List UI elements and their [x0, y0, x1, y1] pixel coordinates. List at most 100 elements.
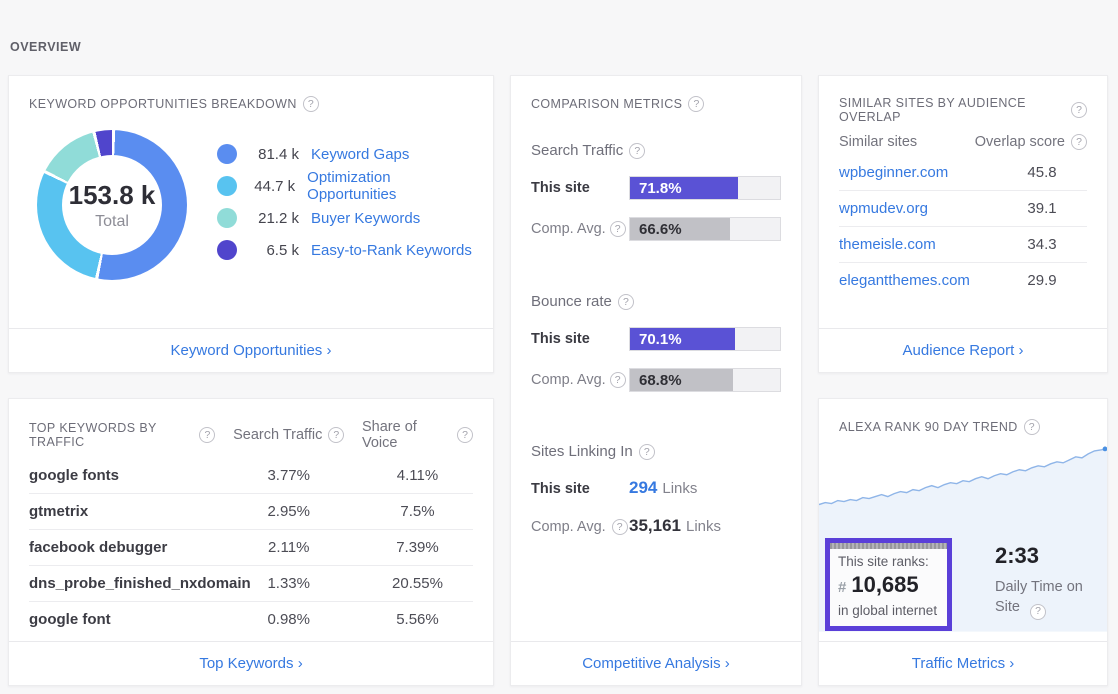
legend-link-optimization-opportunities[interactable]: Optimization Opportunities	[307, 169, 473, 203]
card-header: COMPARISON METRICS ?	[511, 76, 801, 112]
comp-avg-bar-row: Comp. Avg. ? 66.6%	[531, 217, 781, 241]
keyword-opportunities-body: 153.8 k Total 81.4 k Keyword Gaps 44.7 k…	[9, 112, 493, 280]
help-icon[interactable]: ?	[1071, 102, 1087, 118]
donut-center: 153.8 k Total	[62, 155, 162, 255]
bar-track: 68.8%	[629, 368, 781, 392]
card-header: TOP KEYWORDS BY TRAFFIC ?	[29, 421, 215, 449]
metric-bounce-rate: Bounce rate ?	[531, 293, 781, 310]
legend-link-buyer-keywords[interactable]: Buyer Keywords	[311, 210, 420, 227]
overlap-score: 34.3	[997, 236, 1087, 253]
share-of-voice-cell: 4.11%	[362, 467, 473, 484]
links-count[interactable]: 294	[629, 478, 657, 498]
help-icon[interactable]: ?	[199, 427, 215, 443]
table-row: elegantthemes.com 29.9	[839, 262, 1087, 298]
card-title: ALEXA RANK 90 DAY TREND	[839, 420, 1018, 434]
site-link-themeisle[interactable]: themeisle.com	[839, 236, 997, 253]
metric-label: Search Traffic	[531, 142, 623, 159]
middle-column: COMPARISON METRICS ? Search Traffic ? Th…	[510, 75, 802, 686]
help-icon[interactable]: ?	[618, 294, 634, 310]
similar-sites-table: wpbeginner.com 45.8 wpmudev.org 39.1 the…	[819, 150, 1107, 298]
table-row: wpmudev.org 39.1	[839, 190, 1087, 226]
help-icon[interactable]: ?	[610, 372, 626, 388]
table-row: facebook debugger 2.11% 7.39%	[29, 529, 473, 565]
search-traffic-cell: 2.95%	[215, 503, 362, 520]
right-column: SIMILAR SITES BY AUDIENCE OVERLAP ? Simi…	[818, 75, 1108, 686]
competitive-analysis-link[interactable]: Competitive Analysis ›	[582, 655, 730, 672]
similar-sites-column-headers: Similar sites Overlap score ?	[819, 124, 1107, 150]
comparison-metrics-card: COMPARISON METRICS ? Search Traffic ? Th…	[510, 75, 802, 686]
keyword-opportunities-report-link[interactable]: Keyword Opportunities ›	[171, 342, 332, 359]
metric-label: Bounce rate	[531, 293, 612, 310]
bar-value: 70.1%	[630, 331, 682, 348]
site-link-wpbeginner[interactable]: wpbeginner.com	[839, 164, 997, 181]
card-title: COMPARISON METRICS	[531, 97, 682, 111]
keyword-cell: google fonts	[29, 467, 215, 484]
top-keywords-table: google fonts 3.77% 4.11% gtmetrix 2.95% …	[9, 451, 493, 637]
rank-line: # 10,685	[838, 572, 939, 598]
legend-value: 21.2 k	[237, 210, 299, 227]
help-icon[interactable]: ?	[612, 519, 628, 535]
help-icon[interactable]: ?	[629, 143, 645, 159]
top-keywords-header: TOP KEYWORDS BY TRAFFIC ? Search Traffic…	[9, 399, 493, 451]
legend-dot-keyword-gaps	[217, 144, 237, 164]
comp-avg-links-row: Comp. Avg. ? 35,161 Links	[531, 516, 781, 536]
comp-avg-text: Comp. Avg.	[531, 372, 606, 388]
this-site-label: This site	[531, 481, 629, 497]
top-keywords-card: TOP KEYWORDS BY TRAFFIC ? Search Traffic…	[8, 398, 494, 686]
bar-track: 70.1%	[629, 327, 781, 351]
help-icon[interactable]: ?	[610, 221, 626, 237]
help-icon[interactable]: ?	[639, 444, 655, 460]
comp-avg-text: Comp. Avg.	[531, 519, 606, 535]
site-link-elegantthemes[interactable]: elegantthemes.com	[839, 272, 997, 289]
comp-avg-bar: 66.6%	[630, 218, 730, 240]
help-icon[interactable]: ?	[1024, 419, 1040, 435]
column-label: Share of Voice	[362, 419, 451, 451]
table-row: gtmetrix 2.95% 7.5%	[29, 493, 473, 529]
help-icon[interactable]: ?	[328, 427, 344, 443]
card-footer: Traffic Metrics ›	[819, 641, 1107, 685]
share-of-voice-cell: 7.5%	[362, 503, 473, 520]
column-label: Search Traffic	[233, 427, 322, 443]
keyword-cell: facebook debugger	[29, 539, 215, 556]
help-icon[interactable]: ?	[303, 96, 319, 112]
table-row: google font 0.98% 5.56%	[29, 601, 473, 637]
alexa-rank-card: ALEXA RANK 90 DAY TREND ? This site rank…	[818, 398, 1108, 686]
card-footer: Competitive Analysis ›	[511, 641, 801, 685]
bar-value: 71.8%	[630, 180, 682, 197]
comp-avg-label: Comp. Avg. ?	[531, 221, 629, 237]
column-label: Overlap score	[975, 134, 1065, 150]
column-header-search-traffic: Search Traffic ?	[215, 427, 362, 443]
rank-highlight-box: This site ranks: # 10,685 in global inte…	[825, 538, 952, 631]
legend-value: 44.7 k	[237, 178, 295, 195]
donut-total-label: Total	[95, 213, 129, 231]
column-header-overlap: Overlap score ?	[975, 134, 1087, 150]
table-row: themeisle.com 34.3	[839, 226, 1087, 262]
comp-avg-bar: 68.8%	[630, 369, 733, 391]
similar-sites-card: SIMILAR SITES BY AUDIENCE OVERLAP ? Simi…	[818, 75, 1108, 373]
help-icon[interactable]: ?	[688, 96, 704, 112]
comp-avg-label: Comp. Avg. ?	[531, 519, 629, 535]
keyword-cell: dns_probe_finished_nxdomain	[29, 575, 215, 592]
this-site-label: This site	[531, 180, 629, 196]
traffic-metrics-link[interactable]: Traffic Metrics ›	[912, 655, 1015, 672]
legend-dot-optimization-opportunities	[217, 176, 237, 196]
legend-link-easy-to-rank[interactable]: Easy-to-Rank Keywords	[311, 242, 472, 259]
site-link-wpmudev[interactable]: wpmudev.org	[839, 200, 997, 217]
audience-report-link[interactable]: Audience Report ›	[903, 342, 1024, 359]
hash-icon: #	[838, 579, 846, 596]
keyword-cell: gtmetrix	[29, 503, 215, 520]
page-title: OVERVIEW	[10, 40, 81, 54]
daily-time-on-site: 2:33 Daily Time on Site ?	[995, 543, 1100, 620]
this-site-bar: 70.1%	[630, 328, 735, 350]
links-unit: Links	[686, 518, 721, 535]
help-icon[interactable]: ?	[1071, 134, 1087, 150]
daily-time-label: Daily Time on Site ?	[995, 577, 1100, 620]
top-keywords-report-link[interactable]: Top Keywords ›	[199, 655, 302, 672]
search-traffic-cell: 0.98%	[215, 611, 362, 628]
legend-item: 21.2 k Buyer Keywords	[217, 202, 473, 234]
legend-link-keyword-gaps[interactable]: Keyword Gaps	[311, 146, 409, 163]
help-icon[interactable]: ?	[457, 427, 473, 443]
help-icon[interactable]: ?	[1030, 604, 1046, 620]
column-header-sites: Similar sites	[839, 134, 975, 150]
left-column: KEYWORD OPPORTUNITIES BREAKDOWN ? 153.8 …	[8, 75, 494, 686]
